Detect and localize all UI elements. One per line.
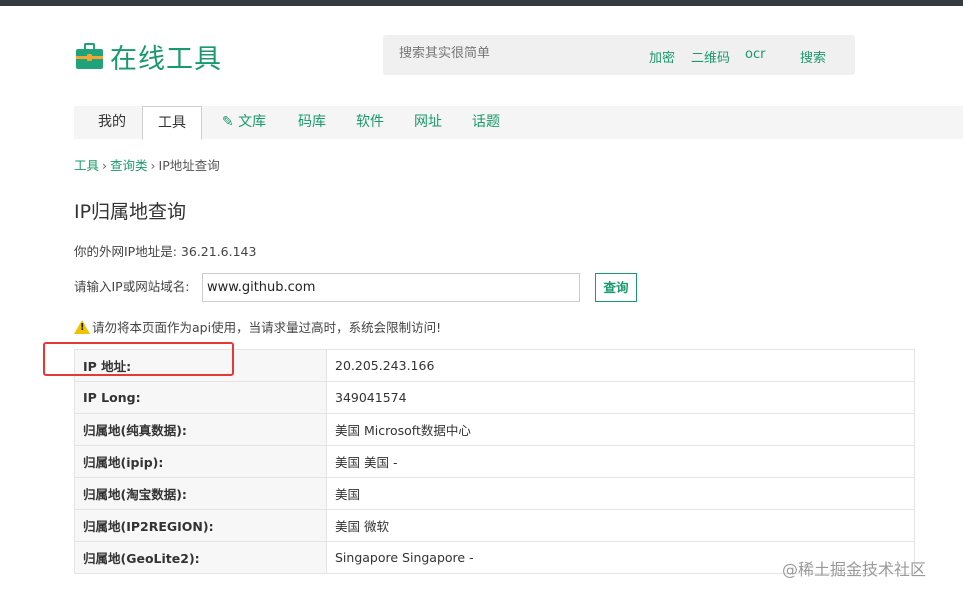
tab-library[interactable]: ✎ 文库 (214, 106, 274, 139)
breadcrumb-separator: › (102, 158, 108, 173)
nav-background (74, 106, 963, 139)
result-table: IP 地址: 20.205.243.166 IP Long: 349041574… (74, 349, 915, 574)
breadcrumb-current: IP地址查询 (158, 158, 220, 173)
table-row: IP Long: 349041574 (74, 381, 915, 414)
warning-icon: ! (74, 319, 90, 334)
query-button[interactable]: 查询 (595, 273, 637, 302)
warning-message: ! 请勿将本页面作为api使用，当请求量过高时，系统会限制访问! (74, 317, 441, 336)
search-input[interactable] (399, 46, 619, 61)
main-nav: 我的 工具 ✎ 文库 码库 软件 网址 话题 (74, 106, 963, 140)
search-tag-encrypt[interactable]: 加密 (649, 47, 675, 66)
watermark: @稀土掘金技术社区 (782, 560, 927, 579)
result-key: IP Long: (74, 381, 327, 414)
result-value: 20.205.243.166 (326, 349, 915, 382)
table-row: 归属地(ipip): 美国 美国 - (74, 445, 915, 478)
search-button[interactable]: 搜索 (800, 47, 826, 66)
toolbox-icon (76, 43, 103, 69)
query-label: 请输入IP或网站域名: (74, 279, 190, 294)
breadcrumb-tools[interactable]: 工具 (74, 158, 99, 173)
logo-text: 在线工具 (110, 43, 222, 75)
breadcrumb-separator: › (150, 158, 156, 173)
result-value: 美国 Microsoft数据中心 (326, 413, 915, 446)
tab-websites[interactable]: 网址 (402, 106, 454, 139)
pen-icon: ✎ (221, 114, 234, 130)
breadcrumb-query[interactable]: 查询类 (110, 158, 148, 173)
table-row: 归属地(纯真数据): 美国 Microsoft数据中心 (74, 413, 915, 446)
result-key: 归属地(纯真数据): (74, 413, 327, 446)
search-bar: 加密 二维码 ocr 搜索 (383, 35, 855, 75)
result-key: 归属地(IP2REGION): (74, 509, 327, 542)
page-title: IP归属地查询 (74, 201, 187, 223)
tab-topics[interactable]: 话题 (460, 106, 512, 139)
result-key: 归属地(GeoLite2): (74, 541, 327, 574)
tab-mine[interactable]: 我的 (84, 106, 140, 139)
result-value: 349041574 (326, 381, 915, 414)
site-logo[interactable]: 在线工具 (76, 40, 222, 75)
my-ip-text: 你的外网IP地址是: 36.21.6.143 (74, 244, 257, 259)
search-tag-ocr[interactable]: ocr (745, 47, 765, 62)
tab-tools[interactable]: 工具 (142, 106, 202, 140)
result-value: 美国 (326, 477, 915, 510)
warning-text: 请勿将本页面作为api使用，当请求量过高时，系统会限制访问! (92, 320, 442, 335)
result-key: 归属地(ipip): (74, 445, 327, 478)
table-row: 归属地(淘宝数据): 美国 (74, 477, 915, 510)
search-tag-qrcode[interactable]: 二维码 (691, 47, 730, 66)
result-value: 美国 微软 (326, 509, 915, 542)
tab-software[interactable]: 软件 (344, 106, 396, 139)
breadcrumb: 工具 › 查询类 › IP地址查询 (74, 155, 220, 174)
result-value: 美国 美国 - (326, 445, 915, 478)
top-bar (0, 0, 963, 6)
result-key: 归属地(淘宝数据): (74, 477, 327, 510)
tab-code[interactable]: 码库 (286, 106, 338, 139)
tab-library-label: 文库 (238, 114, 267, 130)
table-row: 归属地(IP2REGION): 美国 微软 (74, 509, 915, 542)
domain-input[interactable] (202, 273, 580, 302)
annotation-highlight-box (43, 342, 234, 376)
